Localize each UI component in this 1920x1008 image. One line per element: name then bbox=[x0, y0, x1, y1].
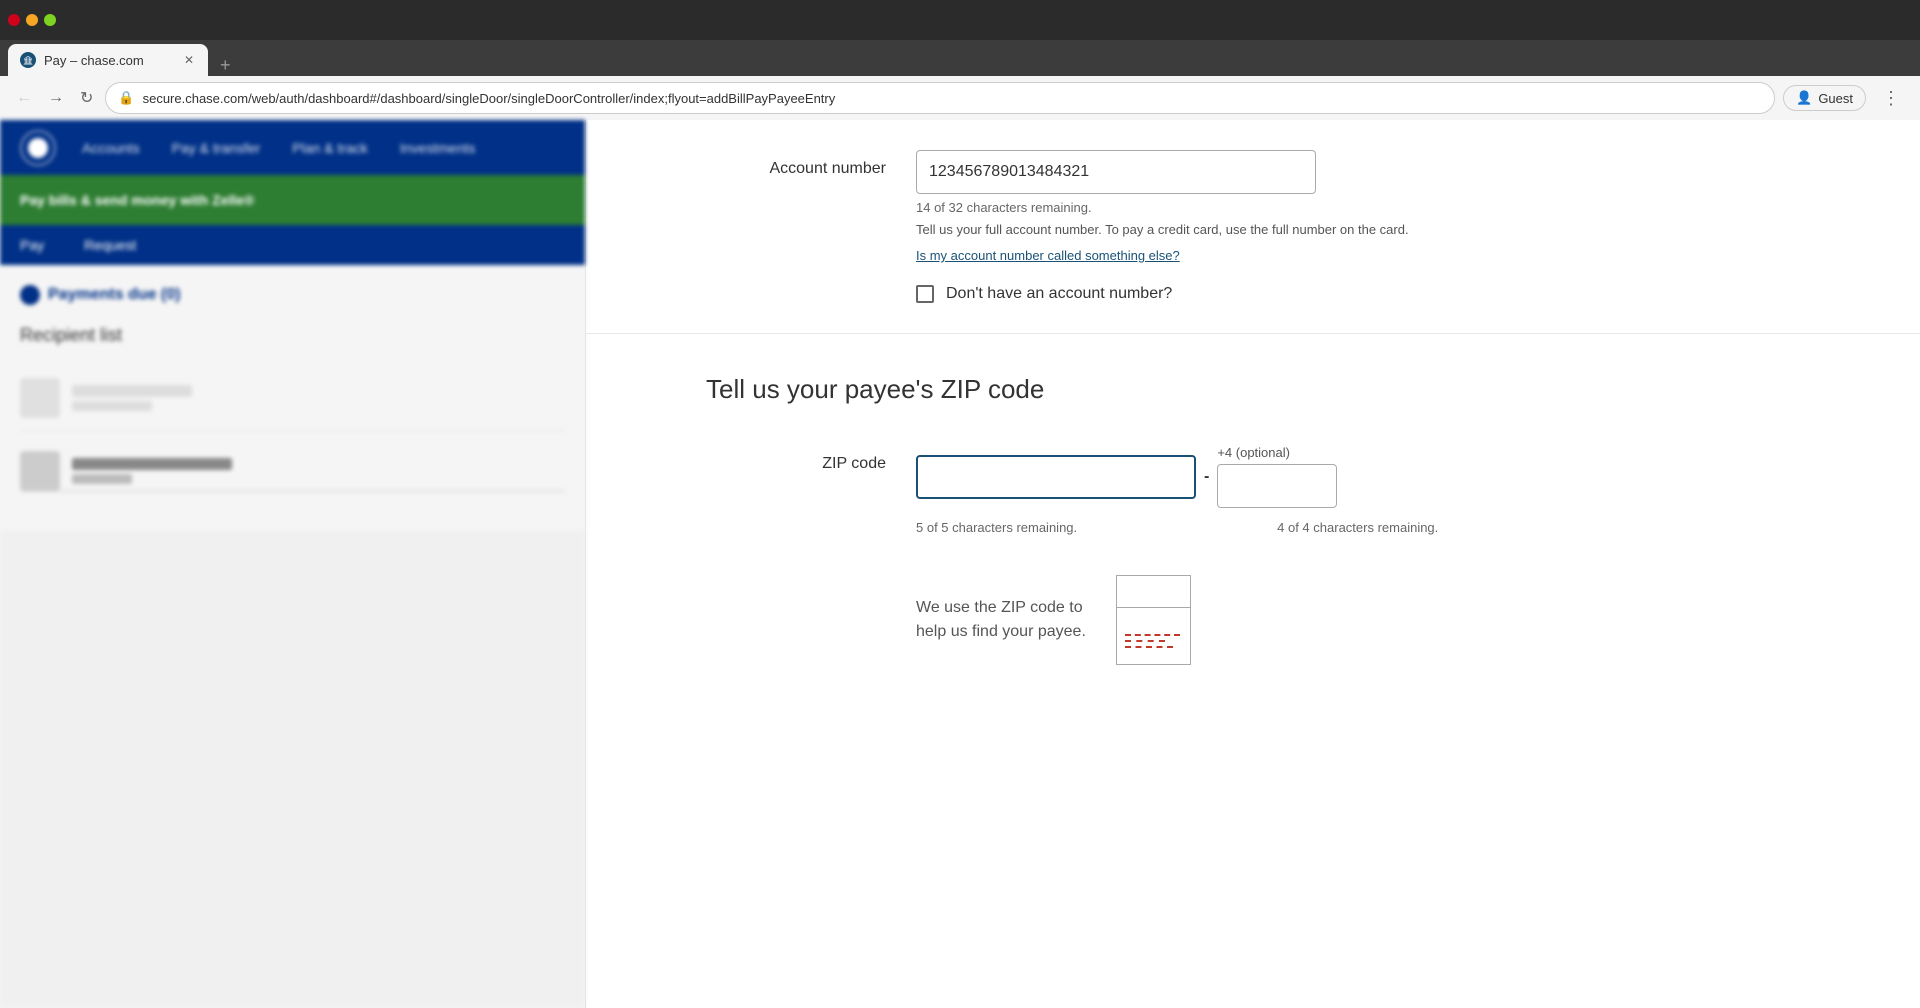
account-number-section: Account number 14 of 32 characters remai… bbox=[586, 120, 1920, 334]
no-account-number-row: Don't have an account number? bbox=[706, 285, 1840, 303]
active-tab[interactable]: 🏦 Pay – chase.com ✕ bbox=[8, 44, 208, 76]
tab-favicon: 🏦 bbox=[20, 52, 36, 68]
left-panel: Accounts Pay & transfer Plan & track Inv… bbox=[0, 120, 585, 1008]
browser-chrome: 🏦 Pay – chase.com ✕ + ← → ↻ 🔒 secure.cha… bbox=[0, 0, 1920, 120]
tab-title: Pay – chase.com bbox=[44, 53, 174, 68]
nav-pay-transfer[interactable]: Pay & transfer bbox=[158, 140, 275, 156]
user-label: Guest bbox=[1818, 91, 1853, 106]
address-bar[interactable]: 🔒 secure.chase.com/web/auth/dashboard#/d… bbox=[105, 82, 1775, 114]
chase-nav: Accounts Pay & transfer Plan & track Inv… bbox=[0, 120, 585, 175]
envelope-body bbox=[1116, 607, 1191, 665]
account-chars-remaining: 14 of 32 characters remaining. bbox=[916, 200, 1840, 215]
zip-form-row: ZIP code - +4 (optional) 5 of 5 characte… bbox=[706, 445, 1840, 535]
pay-subtab[interactable]: Pay bbox=[0, 225, 64, 265]
zip-info-area: We use the ZIP code to help us find your… bbox=[706, 575, 1840, 665]
zip-code-section: Tell us your payee's ZIP code ZIP code -… bbox=[586, 334, 1920, 695]
envelope-graphic bbox=[1116, 575, 1191, 665]
forward-button[interactable]: → bbox=[44, 85, 68, 111]
envelope-line-3 bbox=[1125, 645, 1173, 648]
zip-code-input[interactable] bbox=[916, 455, 1196, 499]
account-number-controls: 14 of 32 characters remaining. Tell us y… bbox=[916, 150, 1840, 265]
url-text: secure.chase.com/web/auth/dashboard#/das… bbox=[143, 91, 1763, 106]
minimize-window-btn[interactable] bbox=[26, 14, 38, 26]
page-content: Accounts Pay & transfer Plan & track Inv… bbox=[0, 120, 1920, 1008]
zip-section-wrapper: Tell us your payee's ZIP code ZIP code -… bbox=[586, 374, 1920, 695]
new-tab-button[interactable]: + bbox=[212, 55, 239, 76]
recipient-name bbox=[72, 385, 192, 397]
request-subtab[interactable]: Request bbox=[64, 225, 156, 265]
account-helper-text: Tell us your full account number. To pay… bbox=[916, 221, 1840, 239]
zip-optional-group: +4 (optional) bbox=[1217, 445, 1337, 508]
tab-bar: 🏦 Pay – chase.com ✕ + bbox=[0, 40, 1920, 76]
no-account-number-checkbox[interactable] bbox=[916, 285, 934, 303]
payments-header: Payments due (0) bbox=[20, 285, 565, 305]
account-number-help-link[interactable]: Is my account number called something el… bbox=[916, 248, 1180, 263]
reload-button[interactable]: ↻ bbox=[76, 84, 97, 112]
close-window-btn[interactable] bbox=[8, 14, 20, 26]
payments-section: Payments due (0) Recipient list bbox=[0, 265, 585, 531]
address-bar-row: ← → ↻ 🔒 secure.chase.com/web/auth/dashbo… bbox=[0, 76, 1920, 120]
zip-optional-chars-remaining: 4 of 4 characters remaining. bbox=[1277, 520, 1438, 535]
sub-nav: Pay Request bbox=[0, 225, 585, 265]
envelope-illustration bbox=[1116, 575, 1191, 665]
security-icon: 🔒 bbox=[118, 90, 134, 106]
payments-indicator bbox=[20, 285, 40, 305]
account-number-label: Account number bbox=[706, 150, 886, 178]
envelope-lines bbox=[1125, 633, 1182, 648]
zip-optional-label: +4 (optional) bbox=[1217, 445, 1290, 460]
recipient-avatar bbox=[20, 378, 60, 418]
user-account-button[interactable]: 👤 Guest bbox=[1783, 85, 1866, 111]
recipient-info bbox=[72, 385, 565, 411]
payments-title: Payments due (0) bbox=[48, 286, 180, 304]
zip-plus4-input[interactable] bbox=[1217, 464, 1337, 508]
zip-input-area: - +4 (optional) 5 of 5 characters remain… bbox=[916, 445, 1438, 535]
promo-banner: Pay bills & send money with Zelle® bbox=[0, 175, 585, 225]
zip-info-text: We use the ZIP code to help us find your… bbox=[916, 596, 1086, 644]
zip-chars-row: 5 of 5 characters remaining. 4 of 4 char… bbox=[916, 514, 1438, 535]
zip-code-label: ZIP code bbox=[706, 445, 886, 473]
no-account-number-label: Don't have an account number? bbox=[946, 285, 1172, 303]
window-controls bbox=[8, 14, 56, 26]
user-icon: 👤 bbox=[1796, 90, 1812, 106]
recipient-avatar-2 bbox=[20, 451, 60, 491]
envelope-line-1 bbox=[1125, 633, 1180, 636]
zip-input-group: - +4 (optional) bbox=[916, 445, 1438, 508]
nav-plan-track[interactable]: Plan & track bbox=[278, 140, 381, 156]
recipient-item[interactable] bbox=[20, 366, 565, 431]
zip-separator: - bbox=[1204, 468, 1209, 486]
recipient-detail bbox=[72, 401, 152, 411]
account-number-input[interactable] bbox=[916, 150, 1316, 194]
account-number-row: Account number 14 of 32 characters remai… bbox=[706, 150, 1840, 265]
recipient-item-2[interactable] bbox=[20, 451, 565, 492]
zip-section-title: Tell us your payee's ZIP code bbox=[706, 374, 1840, 405]
chase-logo bbox=[20, 130, 56, 166]
maximize-window-btn[interactable] bbox=[44, 14, 56, 26]
envelope-line-2 bbox=[1125, 639, 1165, 642]
promo-text: Pay bills & send money with Zelle® bbox=[20, 192, 254, 208]
recipient-section-title: Recipient list bbox=[20, 325, 565, 346]
title-bar bbox=[0, 0, 1920, 40]
nav-investments[interactable]: Investments bbox=[386, 140, 489, 156]
zip-chars-remaining: 5 of 5 characters remaining. bbox=[916, 520, 1077, 535]
recipient-section: Recipient list bbox=[20, 325, 565, 491]
right-panel: Account number 14 of 32 characters remai… bbox=[585, 120, 1920, 1008]
browser-menu-button[interactable]: ⋮ bbox=[1874, 84, 1908, 113]
back-button[interactable]: ← bbox=[12, 85, 36, 111]
recipient-info-2 bbox=[72, 458, 565, 484]
tab-close-btn[interactable]: ✕ bbox=[182, 51, 196, 69]
nav-accounts[interactable]: Accounts bbox=[68, 140, 154, 156]
